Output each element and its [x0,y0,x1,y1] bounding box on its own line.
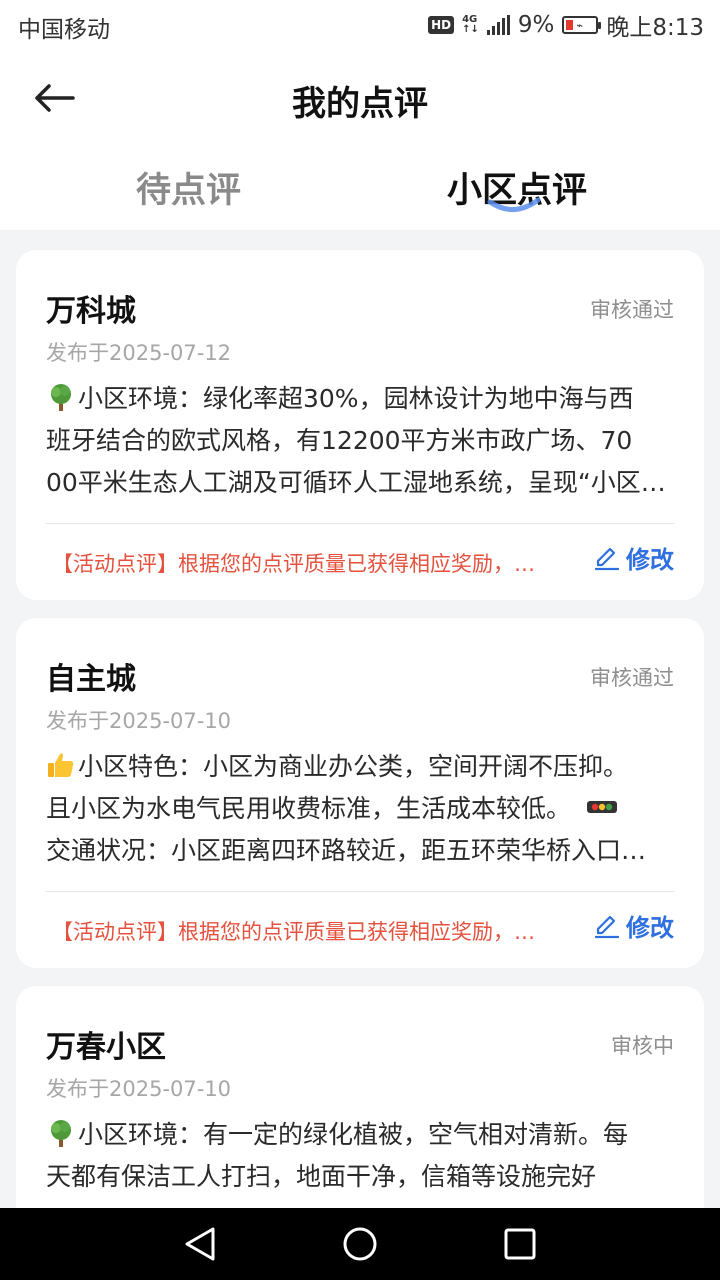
edit-label: 修改 [626,546,674,574]
pencil-icon [594,547,620,570]
review-line: 交通状况：小区距离四环路较近，距五环荣华桥入口… [46,836,647,865]
page-title: 我的点评 [292,84,428,124]
status-bar: 中国移动 HD 4G ↑↓ 9% ⌁ 晚上8:13 [0,0,720,50]
divider [46,891,674,892]
pencil-icon [594,915,620,938]
header: 我的点评 [0,58,720,138]
publish-date: 发布于2025-07-12 [46,341,232,365]
community-name: 万科城 [46,294,136,329]
active-tab-indicator [487,197,541,212]
review-line: 小区特色：小区为商业办公类，空间开阔不压抑。 [78,752,629,781]
edit-button[interactable]: 修改 [594,908,674,943]
review-line: 小区环境：绿化率超30%，园林设计为地中海与西 [78,384,634,413]
carrier-name: 中国移动 [18,17,110,43]
review-line: 班牙结合的欧式风格，有12200平方米市政广场、70 [46,426,633,455]
divider [46,523,674,524]
review-line: 小区环境：有一定的绿化植被，空气相对清新。每 [78,1120,629,1149]
system-navigation-bar [0,1208,720,1280]
nav-recents-button[interactable] [498,1222,542,1266]
community-name: 自主城 [46,662,136,697]
traffic-light-icon [586,801,617,813]
review-status: 审核中 [611,1034,674,1058]
nav-home-button[interactable] [338,1222,382,1266]
publish-date: 发布于2025-07-10 [46,1077,232,1101]
tree-icon [51,384,71,411]
hd-badge: HD [428,16,455,34]
tab-pending-reviews[interactable]: 待点评 [136,162,241,213]
circle-home-icon [343,1227,377,1261]
review-text: 小区环境：有一定的绿化植被，空气相对清新。每 天都有保洁工人打扫，地面干净，信箱… [46,1114,674,1198]
network-type-icon: 4G ↑↓ [462,15,479,35]
review-status: 审核通过 [590,666,674,690]
tab-bar: 待点评 小区点评 [0,150,720,220]
signal-icon [486,15,510,35]
activity-reward-note: 【活动点评】根据您的点评质量已获得相应奖励，请查看 [52,920,552,944]
review-line: 且小区为水电气民用收费标准，生活成本较低。 [46,794,572,823]
tree-icon [51,1120,71,1147]
activity-reward-note: 【活动点评】根据您的点评质量已获得相应奖励，请查看 [52,552,552,576]
review-text: 小区特色：小区为商业办公类，空间开阔不压抑。 且小区为水电气民用收费标准，生活成… [46,746,674,872]
review-card[interactable]: 万科城 审核通过 发布于2025-07-12 小区环境：绿化率超30%，园林设计… [16,250,704,600]
review-line: 天都有保洁工人打扫，地面干净，信箱等设施完好 [46,1162,597,1191]
clock: 晚上8:13 [606,15,704,41]
square-recents-icon [504,1228,536,1260]
triangle-back-icon [185,1227,215,1261]
publish-date: 发布于2025-07-10 [46,709,232,733]
top-area: 中国移动 HD 4G ↑↓ 9% ⌁ 晚上8:13 我的点评 待点评 小区点评 [0,0,720,230]
review-status: 审核通过 [590,298,674,322]
nav-back-button[interactable] [178,1222,222,1266]
battery-icon: ⌁ [562,16,602,34]
edit-button[interactable]: 修改 [594,540,674,575]
review-text: 小区环境：绿化率超30%，园林设计为地中海与西 班牙结合的欧式风格，有12200… [46,378,674,504]
edit-label: 修改 [626,914,674,942]
review-line: 00平米生态人工湖及可循环人工湿地系统，呈现“小区… [46,468,666,497]
status-icons: HD 4G ↑↓ 9% ⌁ 晚上8:13 [428,10,704,41]
thumbs-up-icon [48,753,74,777]
battery-percent: 9% [517,12,555,38]
review-card[interactable]: 自主城 审核通过 发布于2025-07-10 小区特色：小区为商业办公类，空间开… [16,618,704,968]
network-arrows: ↑↓ [462,24,479,35]
community-name: 万春小区 [46,1030,166,1065]
